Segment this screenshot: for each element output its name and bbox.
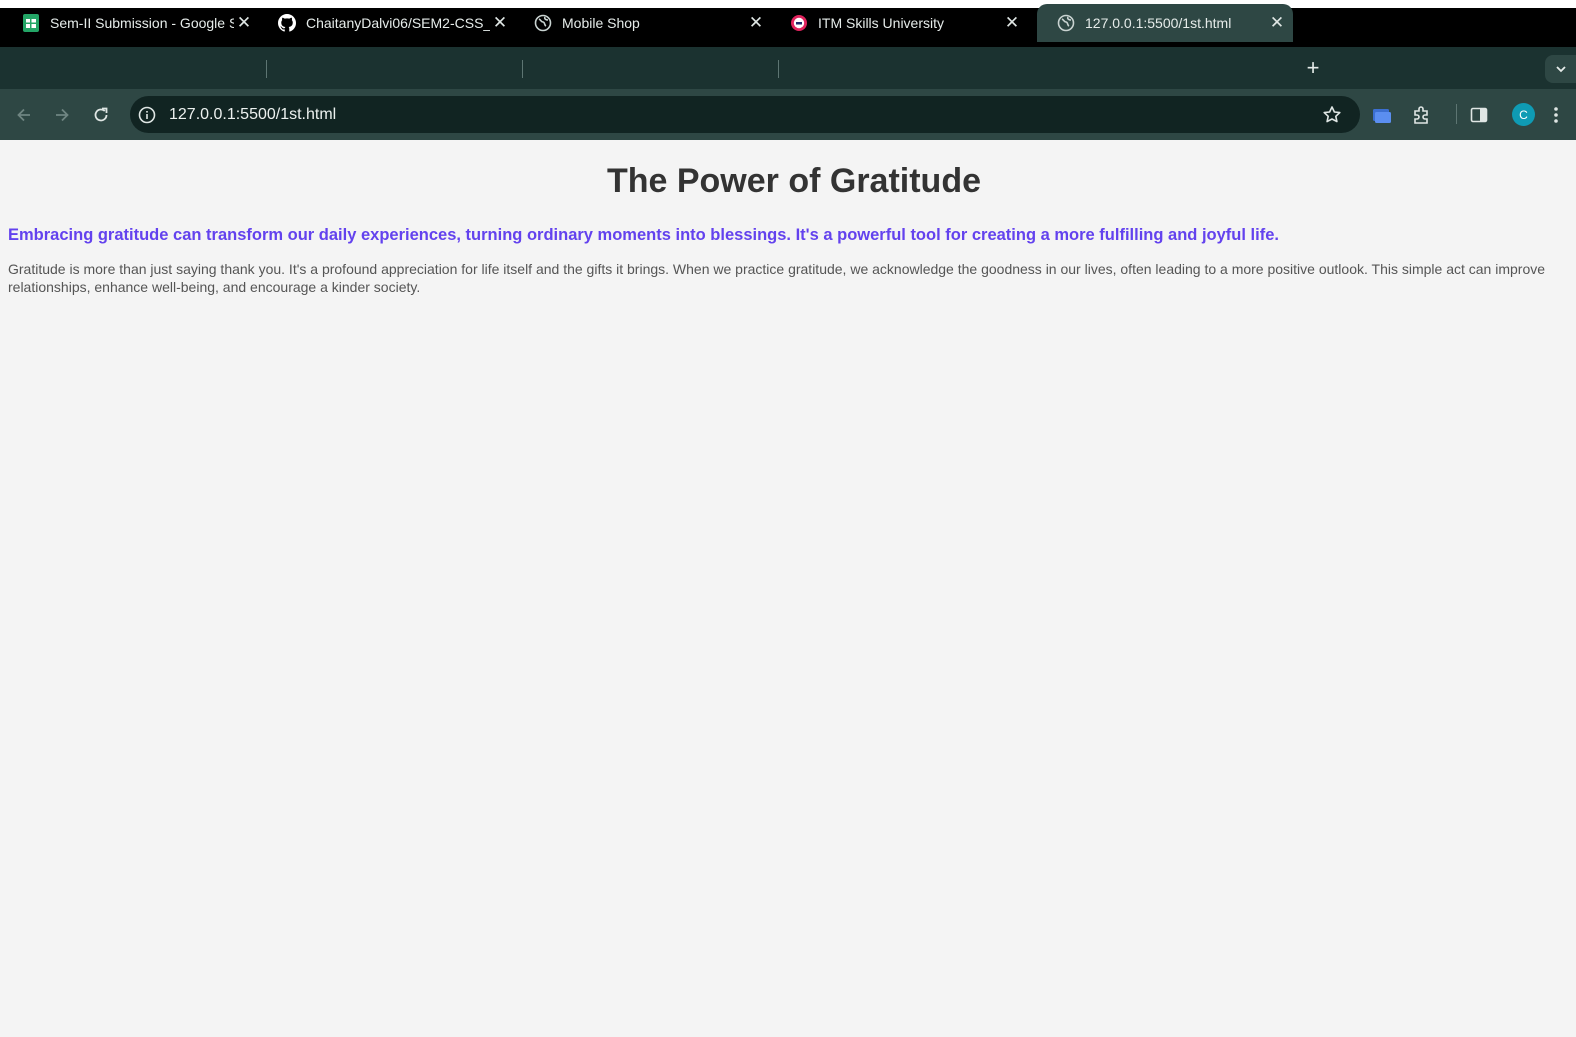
folder-extension-icon [1373,109,1391,123]
globe-icon [1057,14,1075,32]
tab-itm-skills-university[interactable]: ITM Skills University ✕ [770,4,1028,42]
tab-title: 127.0.0.1:5500/1st.html [1085,15,1232,31]
tab-title: Sem-II Submission - Google S [50,15,234,31]
tab-strip [0,47,1576,89]
itm-logo-icon [790,14,808,32]
browser-toolbar: 127.0.0.1:5500/1st.html [0,89,1576,140]
close-icon[interactable]: ✕ [234,13,254,33]
close-icon[interactable]: ✕ [1002,13,1022,33]
puzzle-icon [1414,106,1428,124]
tab-search-button[interactable] [1545,55,1576,83]
address-bar[interactable]: 127.0.0.1:5500/1st.html [130,96,1360,133]
back-arrow-icon [17,108,30,122]
tab-title: ChaitanyDalvi06/SEM2-CSS_ [306,15,490,31]
url-text[interactable]: 127.0.0.1:5500/1st.html [169,106,1322,124]
tab-divider [522,60,523,78]
new-tab-button[interactable]: + [1302,57,1324,79]
extension-button[interactable] [1370,103,1394,127]
github-icon [278,14,296,32]
profile-avatar[interactable]: C [1512,103,1535,126]
close-icon[interactable]: ✕ [490,13,510,33]
google-sheets-icon [22,14,40,32]
forward-arrow-icon [56,108,69,122]
tab-divider [266,60,267,78]
page-title: The Power of Gratitude [606,162,982,200]
tab-title: ITM Skills University [818,15,945,31]
close-icon[interactable]: ✕ [1267,13,1287,33]
globe-icon [534,14,552,32]
side-panel-button[interactable] [1467,103,1491,127]
back-button[interactable] [12,103,36,127]
tab-divider [778,60,779,78]
tab-sem-ii-submission[interactable]: Sem-II Submission - Google S ✕ [2,4,260,42]
bookmark-star-icon[interactable] [1322,105,1342,125]
body-paragraph: Gratitude is more than just saying thank… [8,261,1546,295]
extensions-menu-button[interactable] [1410,103,1434,127]
tab-github-repo[interactable]: ChaitanyDalvi06/SEM2-CSS_ ✕ [258,4,516,42]
site-info-icon[interactable] [138,106,156,124]
browser-menu-button[interactable] [1544,103,1568,127]
side-panel-icon [1470,107,1488,123]
reload-button[interactable] [89,103,113,127]
forward-button[interactable] [50,103,74,127]
toolbar-divider [1456,104,1457,124]
tab-title: Mobile Shop [562,15,640,31]
lead-paragraph: Embracing gratitude can transform our da… [8,226,1279,244]
more-vertical-icon [1554,107,1558,123]
close-icon[interactable]: ✕ [746,13,766,33]
tab-mobile-shop[interactable]: Mobile Shop ✕ [514,4,772,42]
page-content: The Power of Gratitude Embracing gratitu… [0,140,1576,1037]
reload-icon [94,107,108,122]
tab-active-1st-html[interactable]: 127.0.0.1:5500/1st.html ✕ [1037,4,1293,42]
chevron-down-icon [1555,66,1566,73]
